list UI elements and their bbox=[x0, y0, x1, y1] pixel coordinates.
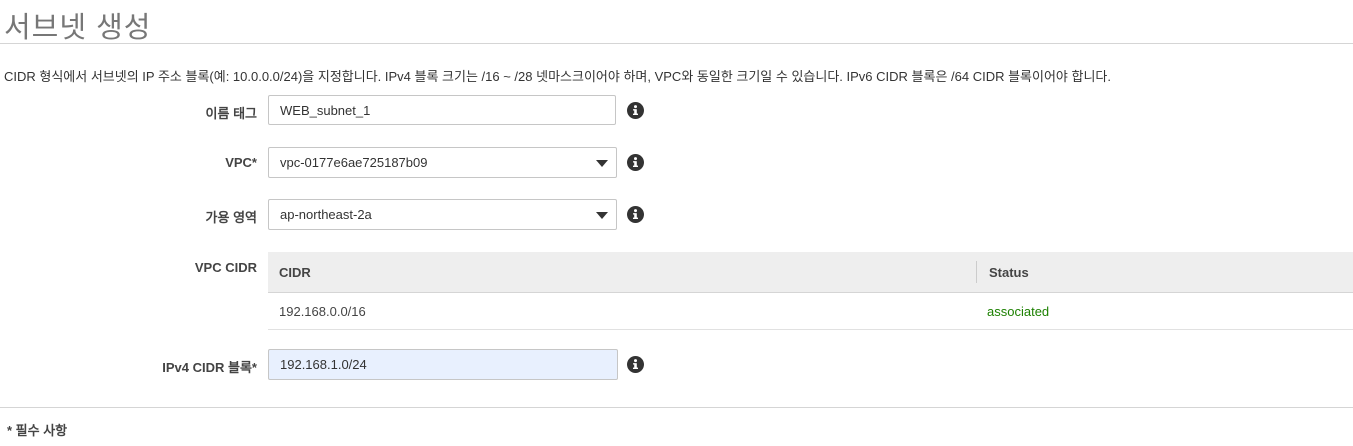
name-tag-input[interactable] bbox=[268, 95, 616, 125]
footer-divider bbox=[0, 407, 1353, 408]
page-title: 서브넷 생성 bbox=[4, 12, 152, 44]
table-header: CIDR Status bbox=[268, 252, 1353, 293]
availability-zone-selected-value: ap-northeast-2a bbox=[280, 207, 372, 222]
vpc-info-icon[interactable] bbox=[627, 154, 644, 171]
availability-zone-info-icon[interactable] bbox=[627, 206, 644, 223]
name-tag-label: 이름 태그 bbox=[205, 106, 257, 121]
chevron-down-icon bbox=[596, 160, 608, 167]
cidr-cell: 192.168.0.0/16 bbox=[279, 304, 366, 319]
name-tag-info-icon[interactable] bbox=[627, 102, 644, 119]
column-header-cidr[interactable]: CIDR bbox=[279, 265, 311, 280]
required-note: * 필수 사항 bbox=[7, 423, 68, 438]
availability-zone-label: 가용 영역 bbox=[205, 210, 257, 225]
vpc-select[interactable]: vpc-0177e6ae725187b09 bbox=[268, 147, 617, 178]
ipv4-cidr-info-icon[interactable] bbox=[627, 356, 644, 373]
column-divider[interactable] bbox=[976, 261, 977, 283]
status-cell: associated bbox=[987, 304, 1050, 319]
ipv4-cidr-input[interactable] bbox=[268, 349, 618, 380]
availability-zone-select[interactable]: ap-northeast-2a bbox=[268, 199, 617, 230]
ipv4-cidr-label: IPv4 CIDR 블록* bbox=[162, 360, 257, 375]
column-header-status[interactable]: Status bbox=[989, 265, 1029, 280]
vpc-selected-value: vpc-0177e6ae725187b09 bbox=[280, 155, 428, 170]
vpc-cidr-label: VPC CIDR bbox=[194, 260, 257, 275]
chevron-down-icon bbox=[596, 212, 608, 219]
vpc-label: VPC* bbox=[225, 155, 257, 170]
title-divider bbox=[0, 43, 1353, 44]
table-row: 192.168.0.0/16 associated bbox=[268, 293, 1353, 330]
form-description: CIDR 형식에서 서브넷의 IP 주소 블록(예: 10.0.0.0/24)을… bbox=[4, 69, 1111, 84]
